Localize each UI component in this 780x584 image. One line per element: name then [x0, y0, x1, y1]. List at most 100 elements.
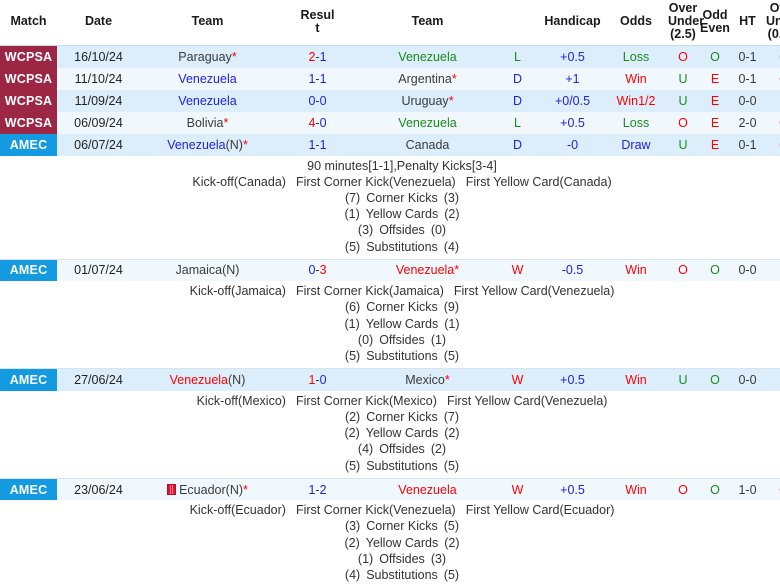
home-team-cell[interactable]: Venezuela [140, 67, 275, 90]
team-star: * [242, 137, 248, 152]
handicap-value: +0.5 [540, 45, 605, 68]
odd-even-value: O [699, 45, 731, 68]
home-team-cell[interactable]: Paraguay* [140, 45, 275, 68]
detail-stat-line: (5) Substitutions (5) [0, 348, 780, 364]
team-name[interactable]: Argentina [398, 72, 452, 86]
competition-badge[interactable]: AMEC [0, 478, 57, 501]
header-odds[interactable]: Odds [605, 0, 667, 46]
over-under-25-value: U [667, 133, 699, 156]
team-name[interactable]: Ecuador [179, 483, 226, 497]
header-over-under-25[interactable]: Over Under (2.5) [667, 0, 704, 46]
match-date: 23/06/24 [57, 478, 140, 501]
team-name[interactable]: Venezuela [398, 483, 456, 497]
over-under-25-value: U [667, 368, 699, 391]
table-row[interactable]: AMEC 01/07/24 Jamaica(N) 0-3 Venezuela* W -0.5… [0, 259, 780, 282]
header-team-home[interactable]: Team [140, 0, 275, 46]
match-detail-cell: Kick-off(Jamaica) First Corner Kick(Jamai… [0, 281, 780, 370]
over-under-075-value: U [764, 89, 780, 112]
team-star: * [243, 482, 248, 497]
header-team-away[interactable]: Team [360, 0, 495, 46]
team-name[interactable]: Mexico [405, 373, 445, 387]
detail-firsts: Kick-off(Ecuador) First Corner Kick(Venez… [0, 502, 780, 518]
away-team-cell[interactable]: Venezuela [360, 111, 495, 134]
team-name[interactable]: Venezuela [170, 373, 228, 387]
home-team-cell[interactable]: Jamaica(N) [140, 259, 275, 282]
away-team-cell[interactable]: Mexico* [360, 368, 495, 391]
detail-kickoff: Kick-off(Jamaica) [189, 284, 286, 299]
team-name[interactable]: Venezuela [398, 116, 456, 130]
header-match[interactable]: Match [0, 0, 57, 46]
home-team-cell[interactable]: Bolivia* [140, 111, 275, 134]
away-team-cell[interactable]: Venezuela* [360, 259, 495, 282]
competition-badge[interactable]: AMEC [0, 259, 57, 282]
header-over-under-075[interactable]: Over Under (0.75) [764, 0, 780, 46]
table-row[interactable]: WCPSA 16/10/24 Paraguay* 2-1 Venezuela L +0.5 L… [0, 45, 780, 68]
table-row[interactable]: AMEC 27/06/24 Venezuela(N) 1-0 Mexico* W +0.5 W… [0, 368, 780, 391]
home-team-cell[interactable]: Venezuela(N)* [140, 133, 275, 156]
header-handicap[interactable]: Handicap [540, 0, 605, 46]
score-cell[interactable]: 2-1 [275, 45, 360, 68]
competition-badge[interactable]: AMEC [0, 368, 57, 391]
half-time-score: 0-1 [731, 67, 764, 90]
match-history-table: Match Date Team Resul t Team Handicap Od… [0, 0, 780, 584]
half-time-score: 0-0 [731, 368, 764, 391]
team-name[interactable]: Venezuela [398, 50, 456, 64]
score-cell[interactable]: 4-0 [275, 111, 360, 134]
competition-badge[interactable]: WCPSA [0, 111, 57, 134]
table-row[interactable]: AMEC 23/06/24 Ecuador(N)* 1-2 Venezuela W +0.5… [0, 478, 780, 501]
team-name[interactable]: Uruguay [401, 94, 448, 108]
table-row[interactable]: AMEC 06/07/24 Venezuela(N)* 1-1 Canada D -0 Dra… [0, 133, 780, 156]
competition-badge[interactable]: AMEC [0, 133, 57, 156]
score-cell[interactable]: 0-3 [275, 259, 360, 282]
result-letter: D [495, 133, 540, 156]
header-result[interactable]: Resul t [275, 0, 360, 46]
competition-badge[interactable]: WCPSA [0, 67, 57, 90]
table-row[interactable]: WCPSA 11/09/24 Venezuela 0-0 Uruguay* D +0/0.5… [0, 89, 780, 112]
match-detail-block: 90 minutes[1-1],Penalty Kicks[3-4] Kick-o… [0, 158, 780, 255]
detail-stat-line: (7) Corner Kicks (3) [0, 190, 780, 206]
team-name[interactable]: Venezuela [178, 72, 236, 86]
team-name[interactable]: Venezuela [167, 138, 225, 152]
score-cell[interactable]: 1-1 [275, 67, 360, 90]
header-odd-even[interactable]: Odd Even [699, 0, 731, 46]
header-result-line1: Resul [300, 7, 335, 22]
table-row[interactable]: WCPSA 06/09/24 Bolivia* 4-0 Venezuela L +0.5 Lo… [0, 111, 780, 134]
header-ht[interactable]: HT [731, 0, 764, 46]
detail-stat-line: (1) Offsides (3) [0, 551, 780, 567]
over-under-25-value: O [667, 45, 699, 68]
match-detail-block: Kick-off(Mexico) First Corner Kick(Mexico… [0, 393, 780, 474]
header-wdl [495, 0, 540, 46]
away-team-cell[interactable]: Uruguay* [360, 89, 495, 112]
away-team-cell[interactable]: Venezuela [360, 478, 495, 501]
odd-even-value: E [699, 67, 731, 90]
home-team-cell[interactable]: Ecuador(N)* [140, 478, 275, 501]
score-cell[interactable]: 1-1 [275, 133, 360, 156]
detail-stat-home: (5) [344, 349, 361, 364]
team-name[interactable]: Canada [406, 138, 450, 152]
detail-stat-label: Yellow Cards [365, 426, 439, 441]
score-cell[interactable]: 0-0 [275, 89, 360, 112]
away-team-cell[interactable]: Canada [360, 133, 495, 156]
table-row[interactable]: WCPSA 11/10/24 Venezuela 1-1 Argentina* D +1 Wi… [0, 67, 780, 90]
score-cell[interactable]: 1-0 [275, 368, 360, 391]
team-name[interactable]: Venezuela [396, 263, 454, 277]
competition-badge[interactable]: WCPSA [0, 89, 57, 112]
header-result-line2: t [315, 20, 320, 35]
detail-stat-away: (2) [444, 426, 460, 441]
score-cell[interactable]: 1-2 [275, 478, 360, 501]
away-team-cell[interactable]: Argentina* [360, 67, 495, 90]
home-team-cell[interactable]: Venezuela [140, 89, 275, 112]
header-date[interactable]: Date [57, 0, 140, 46]
team-name[interactable]: Paraguay [178, 50, 232, 64]
away-team-cell[interactable]: Venezuela [360, 45, 495, 68]
over-under-25-value: O [667, 111, 699, 134]
home-team-cell[interactable]: Venezuela(N) [140, 368, 275, 391]
team-name[interactable]: Bolivia [187, 116, 224, 130]
ecuador-flag-icon [167, 483, 177, 495]
detail-stat-label: Yellow Cards [365, 535, 439, 550]
competition-badge[interactable]: WCPSA [0, 45, 57, 68]
team-name[interactable]: Venezuela [178, 94, 236, 108]
team-name[interactable]: Jamaica [176, 263, 223, 277]
detail-stat-home: (2) [344, 535, 360, 550]
detail-extra-time: 90 minutes[1-1],Penalty Kicks[3-4] [307, 158, 497, 173]
